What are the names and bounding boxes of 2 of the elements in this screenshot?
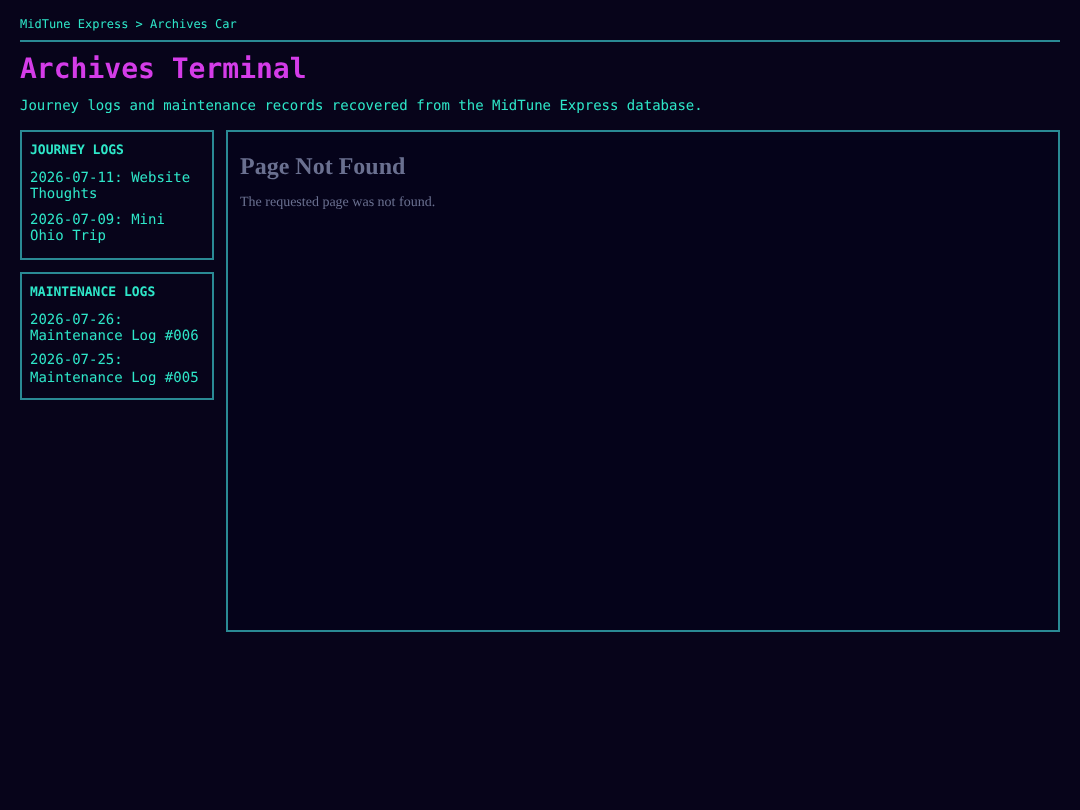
error-heading: Page Not Found (240, 152, 408, 182)
page-title: Archives Terminal (20, 54, 309, 86)
